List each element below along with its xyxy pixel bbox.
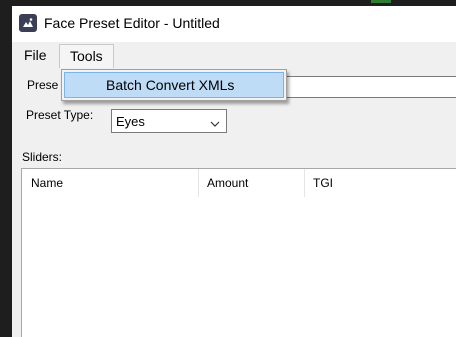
preset-name-label: Prese <box>27 78 59 92</box>
column-header-amount[interactable]: Amount <box>199 169 305 197</box>
background-desktop-left <box>0 0 12 337</box>
preset-type-label: Preset Type: <box>26 108 94 122</box>
background-accent-strip <box>371 0 391 3</box>
window-title: Face Preset Editor - Untitled <box>44 15 220 31</box>
sliders-table[interactable]: Name Amount TGI <box>21 168 456 337</box>
preset-type-select[interactable]: Eyes <box>111 109 227 133</box>
menu-bar: File Tools <box>12 42 456 68</box>
column-header-name[interactable]: Name <box>22 169 199 197</box>
column-header-tgi[interactable]: TGI <box>305 169 456 197</box>
menu-file[interactable]: File <box>18 45 53 65</box>
menu-tools[interactable]: Tools <box>59 44 114 68</box>
app-icon <box>19 14 37 32</box>
menu-item-batch-convert-xmls[interactable]: Batch Convert XMLs <box>64 72 284 98</box>
chevron-down-icon <box>210 117 220 131</box>
preset-type-value: Eyes <box>116 114 145 129</box>
menu-item-label: Batch Convert XMLs <box>106 77 235 93</box>
app-window: Face Preset Editor - Untitled File Tools… <box>12 6 456 337</box>
sliders-label: Sliders: <box>22 150 63 164</box>
tools-dropdown-menu: Batch Convert XMLs <box>61 69 287 101</box>
title-bar[interactable]: Face Preset Editor - Untitled <box>12 6 456 42</box>
